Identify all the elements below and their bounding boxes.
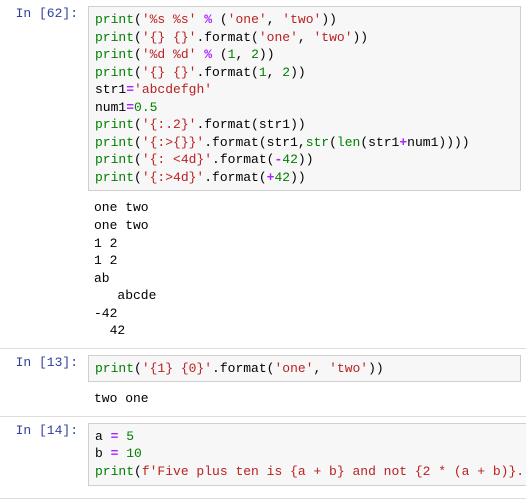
code-input[interactable]: print('%s %s' % ('one', 'two')) print('{… xyxy=(88,6,521,191)
string-literal: 'two' xyxy=(329,361,368,376)
string-literal: '{:>{}}' xyxy=(142,135,204,150)
input-prompt: In [13]: xyxy=(0,349,83,416)
string-literal: 'one' xyxy=(274,361,313,376)
builtin-print: print xyxy=(95,464,134,479)
string-literal: '%s %s' xyxy=(142,12,197,27)
prompt-number: [13]: xyxy=(39,355,78,370)
method-call: .format( xyxy=(212,152,274,167)
prompt-label: In xyxy=(16,6,39,21)
string-literal: 'two' xyxy=(282,12,321,27)
variable: str1 xyxy=(368,135,399,150)
number-literal: 42 xyxy=(274,170,290,185)
method-call: .format( xyxy=(204,170,266,185)
builtin-print: print xyxy=(95,361,134,376)
number-literal: 0.5 xyxy=(134,100,157,115)
method-call: .format( xyxy=(204,135,266,150)
builtin-str: str xyxy=(306,135,329,150)
prompt-label: In xyxy=(16,423,39,438)
string-literal: '{1} {0}' xyxy=(142,361,212,376)
input-prompt: In [62]: xyxy=(0,0,83,348)
variable: b xyxy=(95,446,103,461)
output-text: two one xyxy=(88,388,521,410)
notebook-cell: In [13]: print('{1} {0}'.format('one', '… xyxy=(0,349,526,417)
operator: = xyxy=(126,82,134,97)
string-literal: 'two' xyxy=(313,30,352,45)
builtin-print: print xyxy=(95,30,134,45)
method-call: .format( xyxy=(196,65,258,80)
builtin-print: print xyxy=(95,47,134,62)
code-input[interactable]: a = 5 b = 10 print(f'Five plus ten is {a… xyxy=(88,423,526,486)
string-literal: '{: <4d}' xyxy=(142,152,212,167)
variable: str1 xyxy=(267,135,298,150)
operator: + xyxy=(399,135,407,150)
output-text: one two one two 1 2 1 2 ab abcde -42 42 xyxy=(88,197,521,341)
number-literal: 1 xyxy=(259,65,267,80)
string-literal: f'Five plus ten is {a + b} and not {2 * … xyxy=(142,464,526,479)
number-literal: 5 xyxy=(126,429,134,444)
string-literal: 'one' xyxy=(228,12,267,27)
number-literal: 42 xyxy=(282,152,298,167)
variable: num1 xyxy=(407,135,438,150)
string-literal: '{} {}' xyxy=(142,65,197,80)
builtin-print: print xyxy=(95,12,134,27)
string-literal: '{:.2}' xyxy=(142,117,197,132)
operator: % xyxy=(204,47,212,62)
code-input[interactable]: print('{1} {0}'.format('one', 'two')) xyxy=(88,355,521,383)
builtin-print: print xyxy=(95,135,134,150)
cell-content: print('%s %s' % ('one', 'two')) print('{… xyxy=(83,0,526,348)
method-call: .format( xyxy=(196,30,258,45)
operator: = xyxy=(111,429,119,444)
number-literal: 2 xyxy=(282,65,290,80)
number-literal: 1 xyxy=(228,47,236,62)
cell-content: a = 5 b = 10 print(f'Five plus ten is {a… xyxy=(83,417,526,498)
builtin-len: len xyxy=(337,135,360,150)
operator: = xyxy=(126,100,134,115)
number-literal: 10 xyxy=(126,446,142,461)
builtin-print: print xyxy=(95,65,134,80)
operator: % xyxy=(204,12,212,27)
prompt-number: [62]: xyxy=(39,6,78,21)
method-call: .format( xyxy=(196,117,258,132)
string-literal: '%d %d' xyxy=(142,47,197,62)
builtin-print: print xyxy=(95,117,134,132)
prompt-label: In xyxy=(16,355,39,370)
notebook-cell: In [14]: a = 5 b = 10 print(f'Five plus … xyxy=(0,417,526,499)
builtin-print: print xyxy=(95,170,134,185)
input-prompt: In [14]: xyxy=(0,417,83,498)
variable: str1 xyxy=(95,82,126,97)
number-literal: 2 xyxy=(251,47,259,62)
cell-content: print('{1} {0}'.format('one', 'two')) tw… xyxy=(83,349,526,416)
builtin-print: print xyxy=(95,152,134,167)
variable: num1 xyxy=(95,100,126,115)
string-literal: '{} {}' xyxy=(142,30,197,45)
string-literal: 'one' xyxy=(259,30,298,45)
method-call: .format( xyxy=(212,361,274,376)
string-literal: '{:>4d}' xyxy=(142,170,204,185)
prompt-number: [14]: xyxy=(39,423,78,438)
variable: a xyxy=(95,429,103,444)
string-literal: 'abcdefgh' xyxy=(134,82,212,97)
variable: str1 xyxy=(259,117,290,132)
notebook-cell: In [62]: print('%s %s' % ('one', 'two'))… xyxy=(0,0,526,349)
operator: = xyxy=(111,446,119,461)
